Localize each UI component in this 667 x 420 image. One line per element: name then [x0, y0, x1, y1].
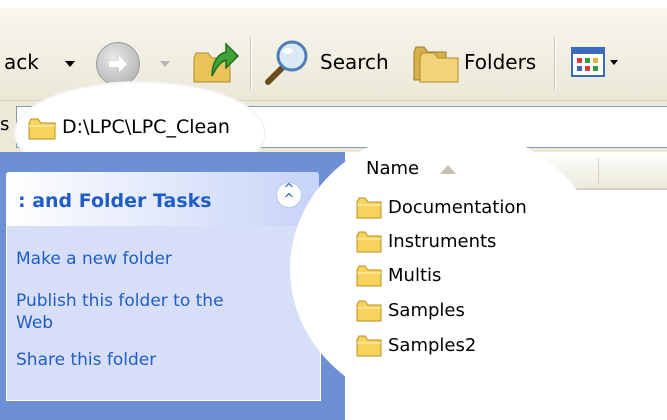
- folder-icon: [356, 300, 382, 322]
- forward-arrow-icon: [109, 56, 127, 72]
- search-button-label[interactable]: Search: [320, 50, 389, 74]
- list-item-label: Documentation: [388, 197, 527, 218]
- folder-icon: [356, 231, 382, 253]
- folder-icon: [28, 118, 56, 140]
- task-link-share-folder[interactable]: Share this folder: [16, 349, 156, 371]
- list-item-label: Multis: [388, 265, 442, 286]
- toolbar-separator: [554, 38, 555, 90]
- folder-icon: [356, 335, 382, 357]
- address-label: s: [0, 114, 10, 135]
- task-link-make-folder[interactable]: Make a new folder: [16, 248, 172, 270]
- address-path[interactable]: D:\LPC\LPC_Clean: [62, 116, 230, 138]
- folders-icon[interactable]: [412, 40, 460, 84]
- folder-icon: [356, 265, 382, 287]
- toolbar-separator: [250, 38, 251, 90]
- column-header-name[interactable]: Name: [366, 158, 419, 179]
- forward-dropdown-icon[interactable]: [160, 61, 170, 67]
- search-icon[interactable]: [262, 36, 314, 88]
- folders-button-label[interactable]: Folders: [464, 50, 536, 74]
- task-pane-title[interactable]: : and Folder Tasks: [18, 190, 212, 212]
- back-button-label[interactable]: ack: [4, 50, 39, 74]
- toolbar-top-edge: [0, 0, 667, 8]
- list-item-label: Instruments: [388, 231, 497, 252]
- collapse-chevron-icon[interactable]: ^ ^: [276, 182, 302, 208]
- folder-up-icon[interactable]: [190, 38, 242, 88]
- folder-icon: [356, 197, 382, 219]
- sort-ascending-icon: [440, 165, 456, 174]
- back-dropdown-icon[interactable]: [65, 61, 75, 67]
- forward-button[interactable]: [96, 42, 140, 86]
- list-item-label: Samples2: [388, 335, 477, 356]
- views-grid-icon[interactable]: [570, 44, 620, 84]
- list-item-label: Samples: [388, 300, 465, 321]
- column-header-divider: [598, 158, 599, 184]
- task-link-publish-folder[interactable]: Publish this folder to the Web: [16, 290, 261, 334]
